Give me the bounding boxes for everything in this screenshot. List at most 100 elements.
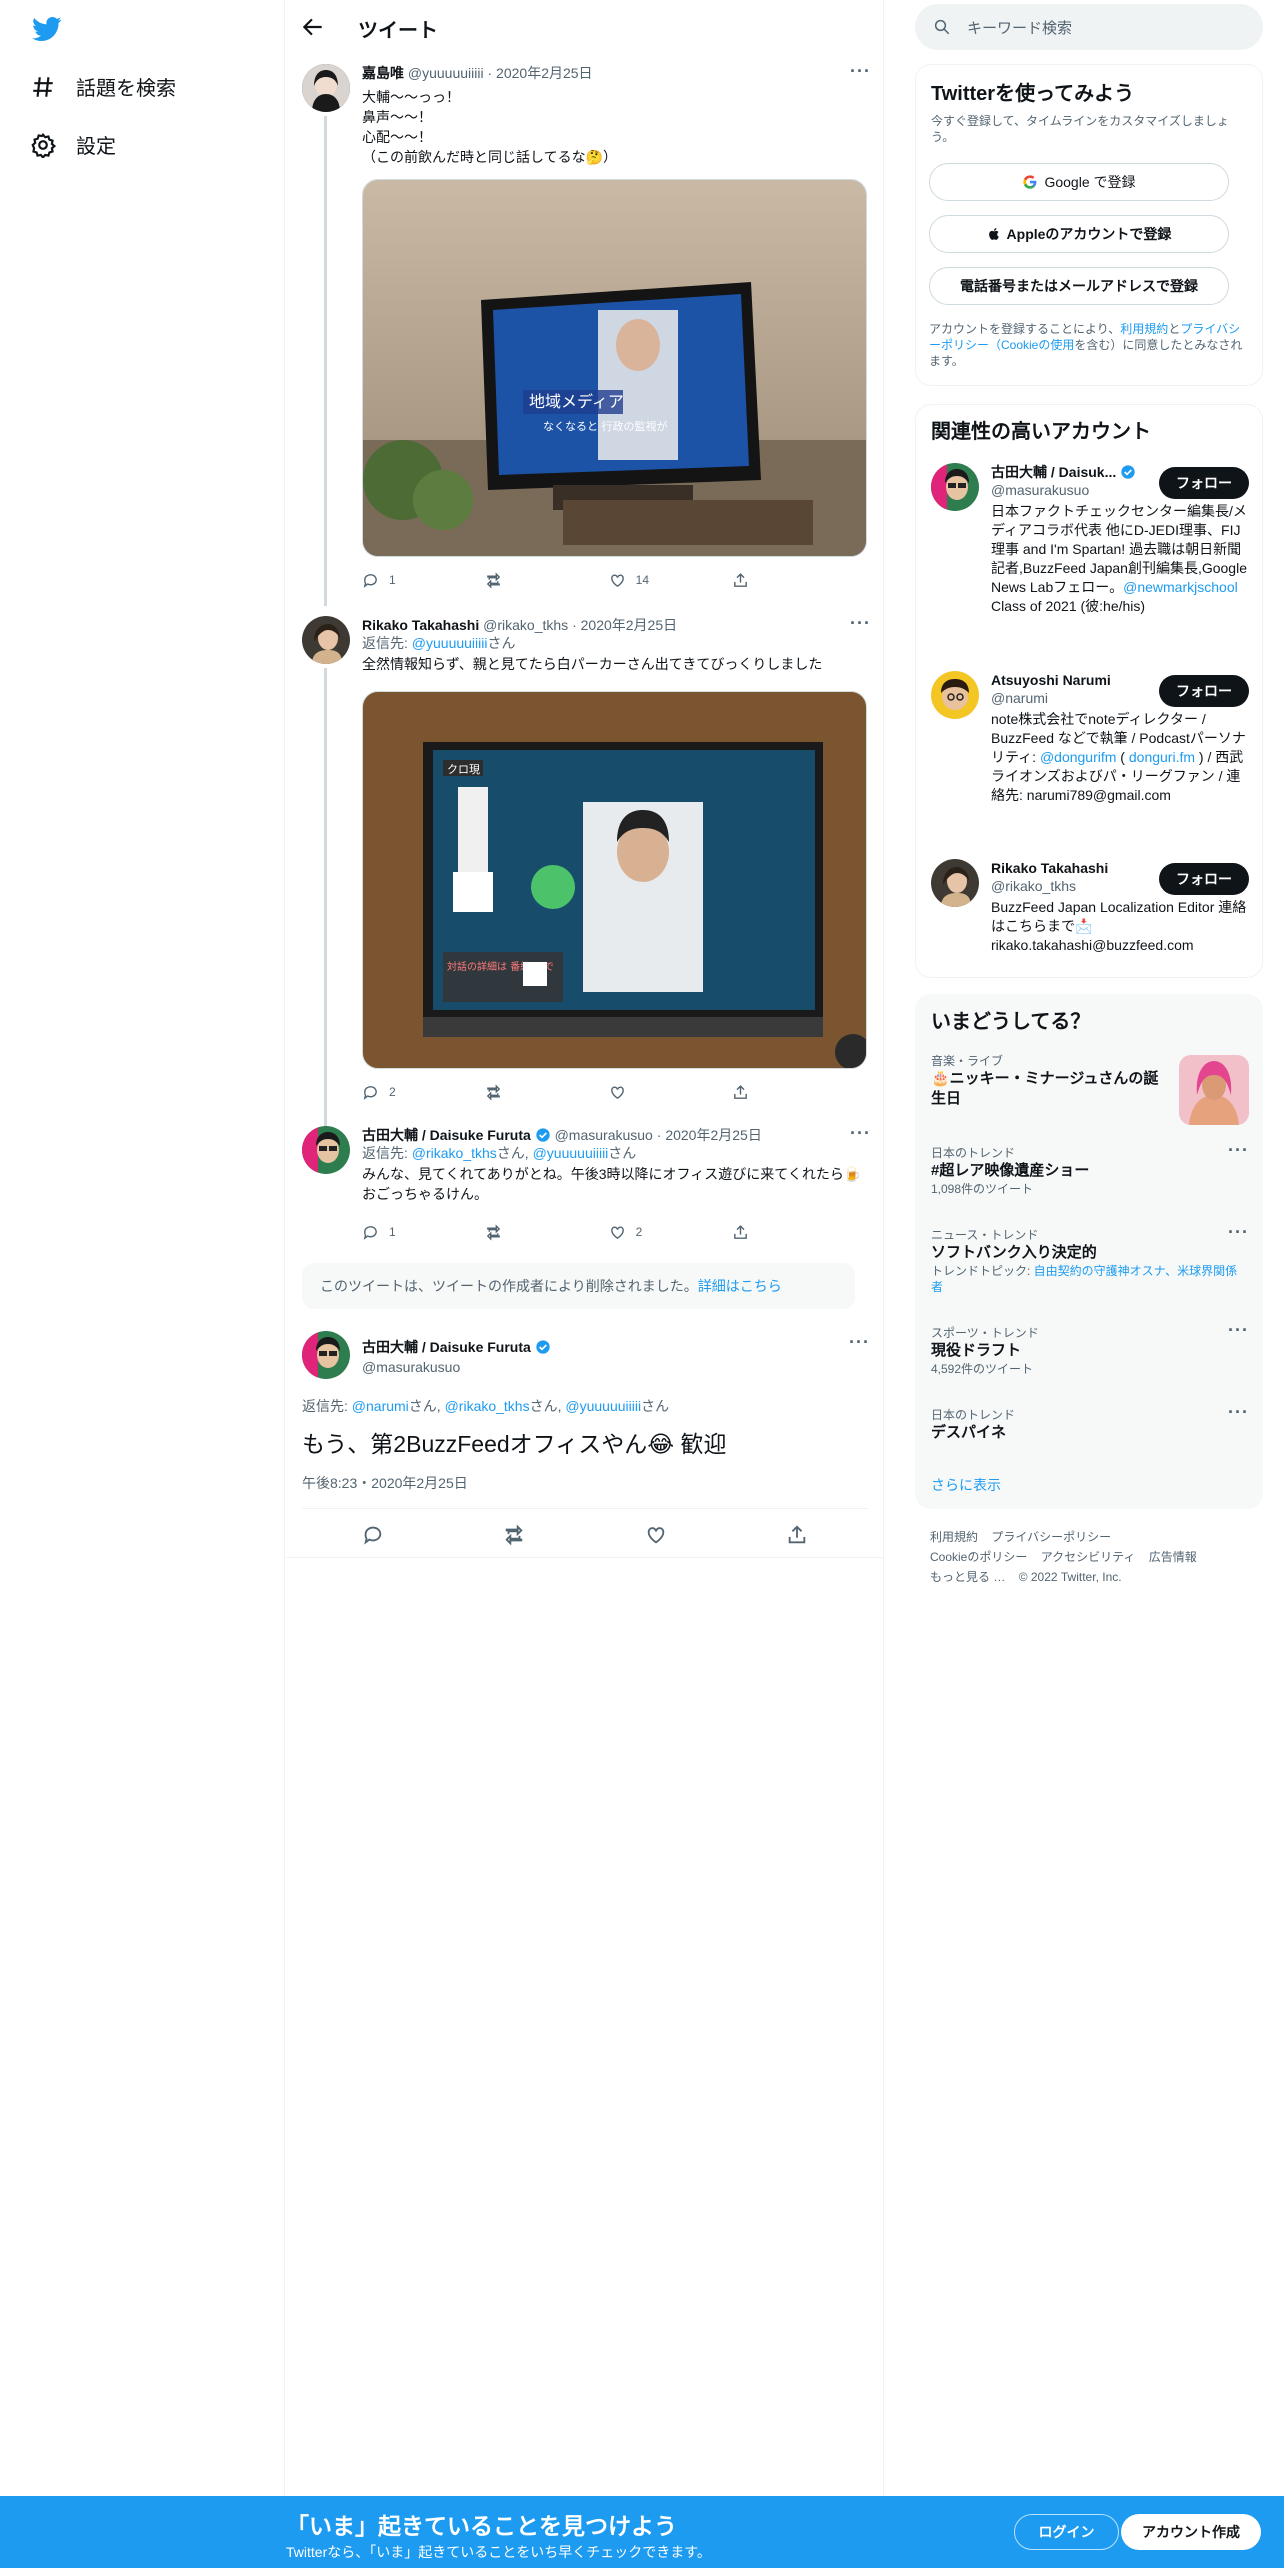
mention-link[interactable]: @rikako_tkhs: [445, 1398, 530, 1414]
author-name[interactable]: 古田大輔 / Daisuke Furuta: [362, 1127, 531, 1143]
heart-icon: [610, 1085, 624, 1099]
avatar[interactable]: [931, 463, 979, 511]
mention-link[interactable]: @narumi: [352, 1398, 409, 1414]
learn-more-link[interactable]: 詳細はこちら: [698, 1276, 782, 1296]
avatar[interactable]: [302, 64, 350, 112]
trend-item[interactable]: 音楽・ライブ 🎂ニッキー・ミナージュさんの誕生日: [931, 1053, 1249, 1125]
apple-signup-label: Appleのアカウントで登録: [1006, 226, 1172, 242]
more-icon[interactable]: ···: [849, 1333, 869, 1355]
phone-email-signup-button[interactable]: 電話番号またはメールアドレスで登録: [929, 267, 1229, 305]
trend-item[interactable]: スポーツ・トレンド 現役ドラフト 4,592件のツイート ···: [931, 1321, 1249, 1385]
nav-settings[interactable]: 設定: [30, 130, 116, 159]
avatar[interactable]: [302, 616, 350, 664]
tweet-date[interactable]: 2020年2月25日: [496, 65, 593, 81]
like-button[interactable]: 2: [609, 1222, 669, 1242]
mention-link[interactable]: @yuuuuuiiiii: [565, 1398, 641, 1414]
copyright: © 2022 Twitter, Inc.: [1018, 1570, 1122, 1584]
author-handle[interactable]: @rikako_tkhs: [483, 617, 568, 633]
footer-link[interactable]: プライバシーポリシー: [991, 1530, 1111, 1544]
author-name[interactable]: 古田大輔 / Daisuke Furuta: [362, 1339, 531, 1355]
nav-explore[interactable]: 話題を検索: [30, 72, 176, 101]
tweet-date[interactable]: 2020年2月25日: [665, 1127, 762, 1143]
share-icon[interactable]: [786, 1524, 808, 1546]
avatar[interactable]: [931, 671, 979, 719]
more-icon[interactable]: ···: [1228, 1141, 1249, 1159]
reply-button[interactable]: 2: [362, 1082, 422, 1102]
trends-panel: いまどうしてる？ 音楽・ライブ 🎂ニッキー・ミナージュさんの誕生日 日本のトレン…: [915, 994, 1263, 1509]
more-icon[interactable]: ···: [1228, 1223, 1249, 1241]
share-button[interactable]: [732, 1082, 792, 1102]
tweet[interactable]: Rikako Takahashi @rikako_tkhs · 2020年2月2…: [286, 612, 884, 1168]
follow-button[interactable]: フォロー: [1159, 863, 1249, 895]
retweet-icon[interactable]: [503, 1524, 525, 1546]
footer-link[interactable]: Cookieのポリシー: [930, 1550, 1027, 1564]
more-icon[interactable]: ···: [850, 62, 870, 84]
bio-link[interactable]: donguri.fm: [1129, 749, 1195, 765]
footer-link[interactable]: 広告情報: [1149, 1550, 1197, 1564]
bio-link[interactable]: @dongurifm: [1040, 749, 1116, 765]
avatar[interactable]: [302, 1331, 350, 1379]
footer-link[interactable]: 利用規約: [930, 1530, 978, 1544]
focus-tweet-time[interactable]: 午後8:23・2020年2月25日: [302, 1473, 468, 1493]
mention-link[interactable]: @rikako_tkhs: [412, 1145, 497, 1161]
show-more-link[interactable]: さらに表示: [931, 1475, 1001, 1495]
search-input[interactable]: キーワード検索: [967, 17, 1072, 38]
reply-button[interactable]: 1: [362, 1222, 422, 1242]
more-icon[interactable]: ···: [850, 614, 870, 636]
twitter-bird-icon[interactable]: [30, 14, 64, 44]
account-card[interactable]: Atsuyoshi Narumi @narumi note株式会社でnoteディ…: [931, 671, 1249, 841]
reply-button[interactable]: 1: [362, 570, 422, 590]
google-signup-label: Google で登録: [1044, 174, 1136, 190]
more-icon[interactable]: ···: [850, 1124, 870, 1146]
trend-item[interactable]: 日本のトレンド デスパイネ ···: [931, 1403, 1249, 1452]
account-card[interactable]: 古田大輔 / Daisuk... @masurakusuo 日本ファクトチェック…: [931, 463, 1249, 653]
footer-link[interactable]: もっと見る …: [930, 1570, 1005, 1584]
avatar[interactable]: [931, 859, 979, 907]
author-handle[interactable]: @masurakusuo: [362, 1357, 551, 1377]
share-button[interactable]: [732, 570, 792, 590]
trend-category: ニュース・トレンド: [931, 1228, 1039, 1242]
account-card[interactable]: Rikako Takahashi @rikako_tkhs BuzzFeed J…: [931, 859, 1249, 969]
tweet-date[interactable]: 2020年2月25日: [581, 617, 678, 633]
related-accounts-panel: 関連性の高いアカウント 古田大輔 / Daisuk... @masurakusu…: [915, 404, 1263, 978]
author-handle[interactable]: @yuuuuuiiiii: [408, 65, 484, 81]
login-button[interactable]: ログイン: [1014, 2514, 1119, 2550]
tweet-media[interactable]: 地域メディア なくなると 行政の監視が: [362, 179, 867, 557]
terms-link[interactable]: 利用規約: [1120, 322, 1168, 336]
account-name[interactable]: 古田大輔 / Daisuk...: [991, 464, 1116, 480]
reply-count: 1: [389, 573, 396, 587]
like-button[interactable]: [609, 1082, 669, 1102]
tweet[interactable]: 嘉島唯 @yuuuuuiiiii · 2020年2月25日 大輔〜〜っっ！ 鼻声…: [286, 60, 884, 606]
back-arrow-icon[interactable]: [300, 14, 326, 40]
search-bar[interactable]: キーワード検索: [915, 4, 1263, 50]
follow-button[interactable]: フォロー: [1159, 467, 1249, 499]
tweet[interactable]: 古田大輔 / Daisuke Furuta @masurakusuo · 202…: [286, 1122, 884, 1252]
share-button[interactable]: [732, 1222, 792, 1242]
mention-link[interactable]: @yuuuuuiiiii: [412, 635, 488, 651]
follow-button[interactable]: フォロー: [1159, 675, 1249, 707]
mention-link[interactable]: @yuuuuuiiiii: [533, 1145, 609, 1161]
retweet-button[interactable]: [485, 570, 545, 590]
author-handle[interactable]: @masurakusuo: [555, 1127, 653, 1143]
media-overlay-text: クロ現: [447, 763, 480, 776]
author-name[interactable]: Rikako Takahashi: [362, 617, 479, 633]
avatar[interactable]: [302, 1126, 350, 1174]
heart-icon[interactable]: [645, 1524, 667, 1546]
signup-title: Twitterを使ってみよう: [931, 83, 1135, 105]
trend-item[interactable]: ニュース・トレンド ソフトバンク入り決定的 トレンドトピック: 自由契約の守護神…: [931, 1223, 1249, 1307]
more-icon[interactable]: ···: [1228, 1321, 1249, 1339]
trend-item[interactable]: 日本のトレンド #超レア映像遺産ショー 1,098件のツイート ···: [931, 1141, 1249, 1205]
tweet-media[interactable]: クロ現 対話の詳細は 番組HPで: [362, 691, 867, 1069]
retweet-button[interactable]: [485, 1082, 545, 1102]
google-signup-button[interactable]: Google で登録: [929, 163, 1229, 201]
retweet-button[interactable]: [485, 1222, 545, 1242]
like-button[interactable]: 14: [609, 570, 669, 590]
more-icon[interactable]: ···: [1228, 1403, 1249, 1421]
create-account-button[interactable]: アカウント作成: [1121, 2514, 1261, 2550]
footer-link[interactable]: アクセシビリティ: [1041, 1550, 1136, 1564]
apple-signup-button[interactable]: Appleのアカウントで登録: [929, 215, 1229, 253]
reply-icon[interactable]: [362, 1524, 384, 1546]
bio-link[interactable]: @newmarkjschool: [1123, 579, 1238, 595]
tweet-header: 嘉島唯 @yuuuuuiiiii · 2020年2月25日: [362, 65, 593, 81]
author-name[interactable]: 嘉島唯: [362, 65, 404, 81]
